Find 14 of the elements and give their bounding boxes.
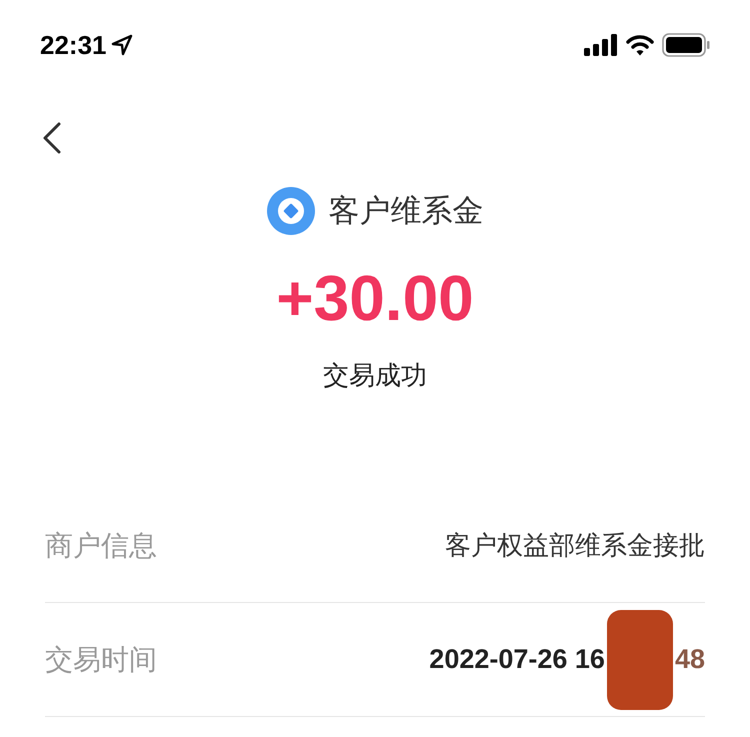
location-arrow-icon <box>110 34 132 56</box>
detail-value: 48 <box>674 643 705 676</box>
battery-icon <box>662 33 710 57</box>
coin-icon <box>266 187 314 235</box>
clock: 22:31 <box>40 28 106 62</box>
transaction-status: 交易成功 <box>323 359 427 392</box>
detail-value: 客户权益部维系金接批 <box>445 529 705 562</box>
merchant-title: 客户维系金 <box>328 192 484 230</box>
detail-label: 商户信息 <box>45 528 157 562</box>
detail-value: 2022-07-26 16 <box>429 643 605 676</box>
wifi-icon <box>626 34 654 56</box>
signal-icon <box>584 34 618 56</box>
amount: +30.00 <box>276 266 474 330</box>
detail-label: 交易时间 <box>45 642 157 676</box>
